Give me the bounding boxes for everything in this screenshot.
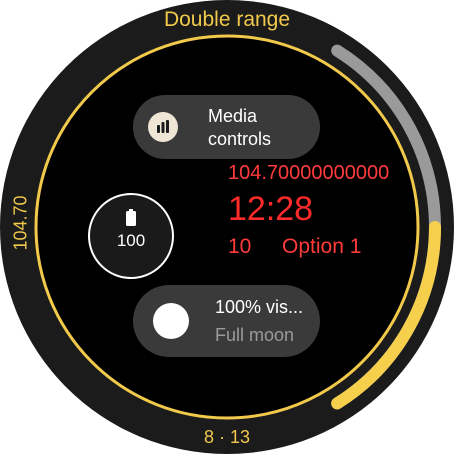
left-range-value: 104.70 bbox=[10, 195, 31, 251]
media-controls-chip[interactable]: Media controls bbox=[133, 95, 320, 159]
bottom-date: 8 · 13 bbox=[203, 427, 251, 447]
moon-phase-chip[interactable]: 100% vis... Full moon bbox=[133, 285, 320, 357]
option-text: Option 1 bbox=[282, 235, 362, 258]
range-arc-track bbox=[331, 44, 441, 410]
bars-icon bbox=[148, 112, 178, 142]
moon-visibility-text: 100% vis... bbox=[215, 297, 304, 317]
battery-value: 100 bbox=[116, 231, 146, 250]
time-text: 12:28 bbox=[228, 190, 314, 228]
count-text: 10 bbox=[228, 235, 252, 258]
rings-layer bbox=[34, 34, 441, 420]
media-controls-label: Media controls bbox=[208, 106, 272, 149]
battery-complication[interactable]: 100 bbox=[88, 193, 174, 279]
battery-icon bbox=[126, 209, 136, 226]
watch-screen: Double range 104.70 8 · 13 Media control… bbox=[0, 0, 454, 454]
moon-icon bbox=[153, 303, 189, 339]
complication-title: Double range bbox=[163, 8, 291, 31]
moon-phase-text: Full moon bbox=[215, 325, 295, 345]
long-value-text: 104.70000000000 bbox=[228, 162, 390, 184]
